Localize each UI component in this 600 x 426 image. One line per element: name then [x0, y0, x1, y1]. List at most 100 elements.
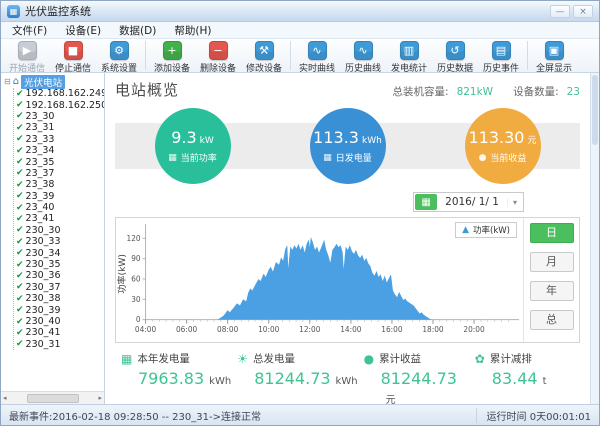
tree-item-device[interactable]: ✔ 23_38 — [14, 179, 104, 190]
tree-item-device[interactable]: ✔ 23_40 — [14, 202, 104, 213]
check-icon: ✔ — [16, 180, 24, 190]
calendar-icon[interactable]: ▦ — [415, 194, 437, 210]
total-stat: ☀ 总发电量 81244.73kWh — [231, 351, 357, 407]
horizontal-scrollbar[interactable]: ◂ ▸ — [1, 391, 104, 404]
tree-item-device[interactable]: ✔ 23_30 — [14, 111, 104, 122]
tree-item-device[interactable]: ✔ 23_33 — [14, 134, 104, 145]
plus-icon: + — [163, 41, 182, 60]
bar-chart-icon: ▥ — [400, 41, 419, 60]
piggy-bank-icon: ● — [364, 352, 374, 366]
svg-text:30: 30 — [131, 295, 141, 304]
solar-panel-icon: ▦ — [323, 153, 332, 163]
power-chart: 030609012004:0006:0008:0010:0012:0014:00… — [115, 217, 580, 343]
tree-item-device[interactable]: ✔ 23_41 — [14, 213, 104, 224]
check-icon: ✔ — [16, 123, 24, 133]
window-title: 光伏监控系统 — [25, 3, 91, 19]
capacity-value: 821kW — [457, 86, 494, 98]
menu-item[interactable]: 帮助(H) — [165, 22, 220, 39]
toolbar-button[interactable]: ∿ 历史曲线 — [340, 40, 386, 74]
total-stat: ✿ 累计减排 83.44t — [469, 351, 580, 407]
toolbar-button[interactable]: ▤ 历史事件 — [478, 40, 524, 74]
tree-item-device[interactable]: ✔ 230_39 — [14, 304, 104, 315]
check-icon: ✔ — [16, 203, 24, 213]
status-runtime: 运行时间 0天00:01:01 — [476, 408, 591, 423]
check-icon: ✔ — [16, 294, 24, 304]
svg-text:12:00: 12:00 — [299, 325, 321, 334]
tree-item-device[interactable]: ✔ 23_39 — [14, 191, 104, 202]
period-button[interactable]: 年 — [530, 281, 574, 301]
close-button[interactable]: × — [573, 5, 593, 18]
tree-item-device[interactable]: ✔ 230_37 — [14, 282, 104, 293]
tree-item-device[interactable]: ✔ 23_37 — [14, 168, 104, 179]
overview-panel: 电站概览 总装机容量:821kW 设备数量:23 9.3kW ▦当前功率 113… — [105, 73, 590, 404]
check-icon: ✔ — [16, 89, 24, 99]
tree-item-device[interactable]: ✔ 230_36 — [14, 270, 104, 281]
chart-plot-area: 030609012004:0006:0008:0010:0012:0014:00… — [116, 218, 523, 342]
dropdown-icon[interactable]: ▾ — [507, 198, 522, 207]
check-icon: ✔ — [16, 237, 24, 247]
toolbar-button[interactable]: ⚒ 修改设备 — [241, 40, 287, 74]
check-icon: ✔ — [16, 328, 24, 338]
tree-item-device[interactable]: ✔ 230_34 — [14, 247, 104, 258]
tree-item-device[interactable]: ✔ 23_34 — [14, 145, 104, 156]
period-button[interactable]: 总 — [530, 310, 574, 330]
tree-item-device[interactable]: ✔ 192.168.162.250 — [14, 99, 104, 110]
wrench-icon: ⚒ — [255, 41, 274, 60]
toolbar-button[interactable]: ↺ 历史数据 — [432, 40, 478, 74]
history-events-icon: ▤ — [492, 41, 511, 60]
period-button[interactable]: 日 — [530, 223, 574, 243]
tree-item-device[interactable]: ✔ 230_31 — [14, 339, 104, 350]
toolbar-button[interactable]: − 删除设备 — [195, 40, 241, 74]
tree-root-station[interactable]: ⊟ ⌂ 光伏电站 — [4, 75, 104, 88]
svg-text:20:00: 20:00 — [463, 325, 485, 334]
period-button[interactable]: 月 — [530, 252, 574, 272]
toolbar-button[interactable]: ⚙ 系统设置 — [96, 40, 142, 74]
check-icon: ✔ — [16, 282, 24, 292]
svg-text:120: 120 — [127, 234, 141, 243]
toolbar-button[interactable]: + 添加设备 — [149, 40, 195, 74]
app-icon: ▦ — [7, 5, 20, 18]
home-icon: ⌂ — [13, 76, 19, 87]
tree-item-device[interactable]: ✔ 230_40 — [14, 316, 104, 327]
stop-icon: ■ — [64, 41, 83, 60]
toolbar-button[interactable]: ▣ 全屏显示 — [531, 40, 577, 74]
tree-item-device[interactable]: ✔ 230_38 — [14, 293, 104, 304]
tree-item-device[interactable]: ✔ 192.168.162.249 — [14, 88, 104, 99]
toolbar-button[interactable]: ▶ 开始通信 — [4, 40, 50, 74]
tree-item-device[interactable]: ✔ 230_35 — [14, 259, 104, 270]
toolbar-button[interactable]: ■ 停止通信 — [50, 40, 96, 74]
expand-icon[interactable]: ⊟ — [4, 77, 11, 86]
check-icon: ✔ — [16, 339, 24, 349]
toolbar-button[interactable]: ∿ 实时曲线 — [294, 40, 340, 74]
title-bar: ▦ 光伏监控系统 — × — [1, 1, 599, 22]
piggy-bank-icon: ● — [479, 153, 487, 163]
svg-text:10:00: 10:00 — [258, 325, 280, 334]
plant-icon: ✿ — [475, 352, 485, 366]
legend-triangle-icon: ▲ — [462, 225, 469, 235]
app-window: ▦ 光伏监控系统 — × 文件(F)设备(E)数据(D)帮助(H) ▶ 开始通信… — [0, 0, 600, 426]
svg-text:60: 60 — [131, 274, 141, 283]
svg-text:08:00: 08:00 — [217, 325, 239, 334]
date-picker[interactable]: ▦ 2016/ 1/ 1 ▾ — [413, 192, 524, 212]
tree-item-device[interactable]: ✔ 23_35 — [14, 156, 104, 167]
device-tree-panel: ⊟ ⌂ 光伏电站 ✔ 192.168.162.249 ✔ 192.168.162… — [1, 73, 105, 404]
scroll-left-icon[interactable]: ◂ — [3, 394, 7, 402]
realtime-curve-icon: ∿ — [308, 41, 327, 60]
check-icon: ✔ — [16, 214, 24, 224]
fullscreen-icon: ▣ — [545, 41, 564, 60]
toolbar-button[interactable]: ▥ 发电统计 — [386, 40, 432, 74]
tree-item-device[interactable]: ✔ 230_30 — [14, 225, 104, 236]
minus-icon: − — [209, 41, 228, 60]
tree-item-device[interactable]: ✔ 230_33 — [14, 236, 104, 247]
vertical-scrollbar[interactable] — [590, 73, 599, 404]
menu-item[interactable]: 设备(E) — [56, 22, 110, 39]
scrollbar-thumb[interactable] — [592, 75, 598, 145]
metric-circles-row: 9.3kW ▦当前功率 113.3kWh ▦日发电量 113.30元 ●当前收益 — [115, 104, 580, 188]
minimize-button[interactable]: — — [550, 5, 570, 18]
menu-item[interactable]: 文件(F) — [3, 22, 56, 39]
tree-item-device[interactable]: ✔ 23_31 — [14, 122, 104, 133]
tree-item-device[interactable]: ✔ 230_41 — [14, 327, 104, 338]
menu-item[interactable]: 数据(D) — [110, 22, 165, 39]
scrollbar-thumb[interactable] — [27, 394, 79, 403]
scroll-right-icon[interactable]: ▸ — [98, 394, 102, 402]
